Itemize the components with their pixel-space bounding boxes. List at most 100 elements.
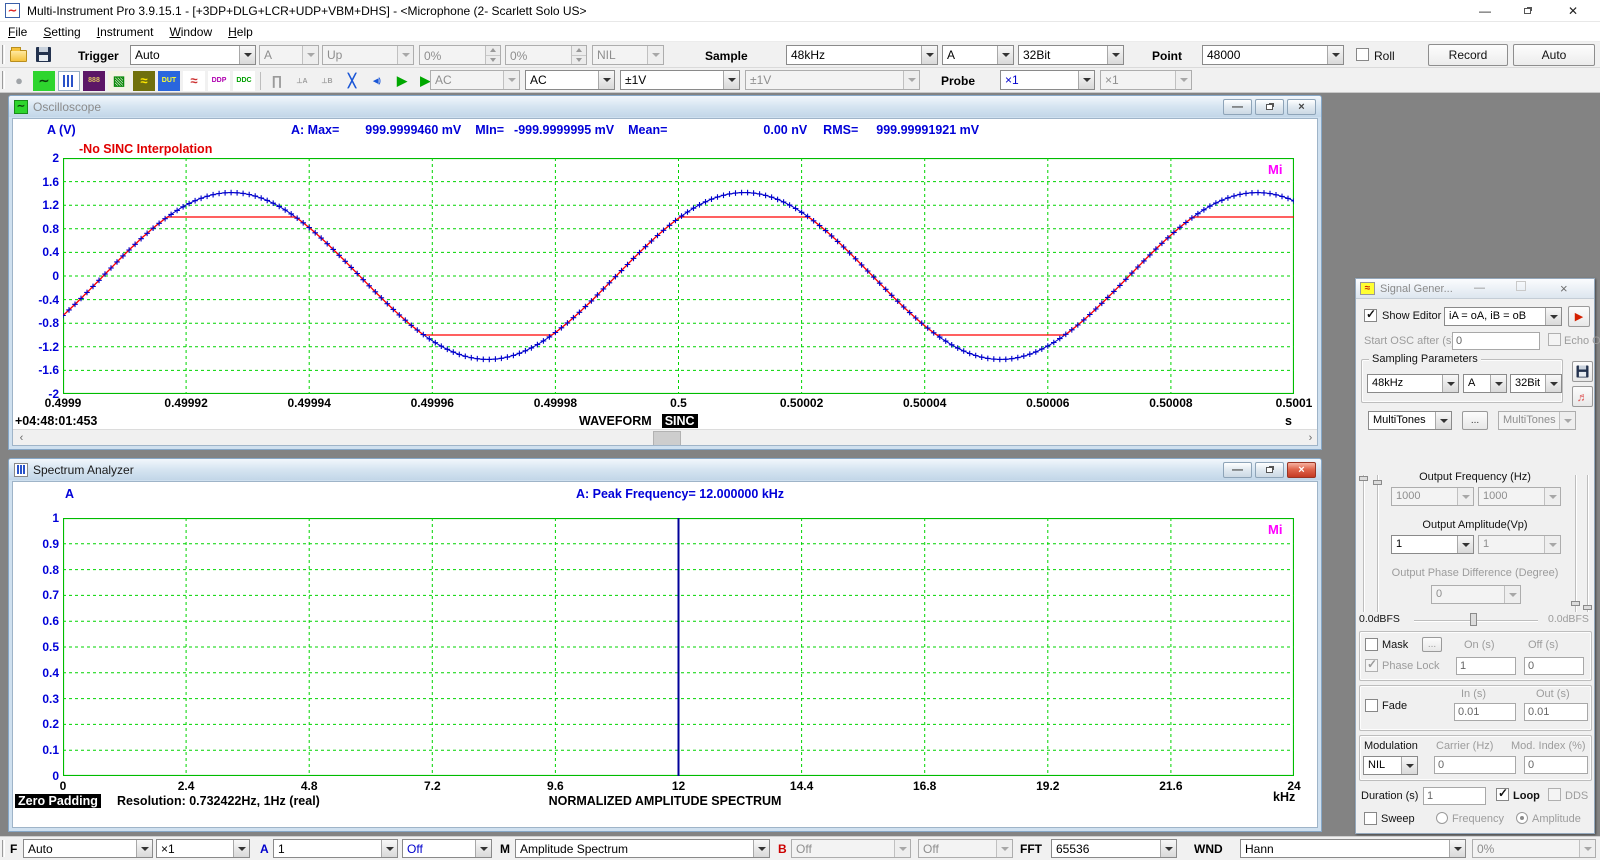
fader-a-inner[interactable] [1377,475,1379,612]
statusbar-overlap-combo[interactable]: 0% [1472,839,1596,858]
trigger-delay-spinner[interactable]: 0% [505,45,587,65]
probe-b-combo[interactable]: ×1 [1100,70,1192,90]
sg-music-note-button[interactable]: ♬ [1572,386,1593,407]
spec-close-icon[interactable]: × [1287,462,1316,478]
wave-b-combo[interactable]: MultiTones [1498,411,1576,430]
record-button[interactable]: Record [1428,44,1508,66]
statusbar-b-gain-combo[interactable]: Off [791,839,911,858]
sg-channel-combo[interactable]: A [1463,374,1507,393]
run-icon[interactable]: ▶ [391,71,413,91]
menu-file[interactable]: File [0,23,35,41]
osc-close-icon[interactable]: × [1287,99,1316,115]
fader-b-inner[interactable] [1575,475,1577,612]
device-under-test-icon[interactable]: DUT [158,71,180,91]
fader-b-outer[interactable] [1587,475,1589,612]
trigger-source-combo[interactable]: A [259,45,319,65]
mod-index-input[interactable]: 0 [1524,756,1588,774]
close-window-icon[interactable]: ✕ [1558,2,1588,20]
statusbar-fft-combo[interactable]: 65536 [1051,839,1177,858]
statusbar-a-ref-combo[interactable]: Off [402,839,492,858]
trigger-mode-combo[interactable]: Auto [130,45,256,65]
phase-lock-checkbox[interactable] [1365,659,1378,672]
ddc-icon[interactable]: DDC [233,71,255,91]
statusbar-grip[interactable] [2,840,5,857]
modulation-combo[interactable]: NIL [1363,756,1418,775]
mask-checkbox[interactable] [1365,638,1378,651]
save-file-icon[interactable] [36,47,51,62]
start-osc-input[interactable]: 0 [1452,332,1540,350]
range-b-combo[interactable]: ±1V [745,70,920,90]
amp-b-combo[interactable]: 1 [1478,535,1561,554]
derived-data-curves-icon[interactable]: ≈ [183,71,205,91]
trigger-level-spinner[interactable]: 0% [419,45,501,65]
spec-minimize-icon[interactable]: — [1223,462,1252,478]
restore-window-icon[interactable] [1512,2,1542,20]
mask-more-button[interactable]: ... [1422,637,1442,652]
coupling-a-combo[interactable]: AC [430,70,520,90]
freq-b-combo[interactable]: 1000 [1478,487,1561,506]
osc-restore-icon[interactable] [1255,99,1284,115]
freq-a-combo[interactable]: 1000 [1391,487,1474,506]
toolbar-grip[interactable] [2,45,5,64]
coupling-b-combo[interactable]: AC [525,70,615,90]
scroll-right-icon[interactable]: › [1302,430,1318,446]
sg-save-button[interactable] [1572,361,1593,382]
routing-combo[interactable]: iA = oA, iB = oB [1444,307,1562,326]
trigger-edge-combo[interactable]: Up [322,45,414,65]
sg-restore-icon[interactable] [1516,281,1526,291]
probe-a-combo[interactable]: ×1 [1000,70,1095,90]
sg-close-icon[interactable]: × [1560,281,1568,296]
fader-a-outer[interactable] [1363,475,1365,612]
minimize-window-icon[interactable]: — [1470,2,1500,20]
fader-a-inner-handle[interactable] [1373,480,1382,485]
wave-a-combo[interactable]: MultiTones [1368,411,1452,430]
fade-in-input[interactable]: 0.01 [1454,703,1516,721]
statusbar-b-ref-combo[interactable]: Off [918,839,1013,858]
statusbar-zoom-combo[interactable]: ×1 [156,839,250,858]
phase-combo[interactable]: 0 [1431,585,1521,604]
sweep-checkbox[interactable] [1364,812,1377,825]
spectrum-title-bar[interactable]: Spectrum Analyzer — × [9,459,1321,480]
loop-checkbox[interactable] [1496,788,1509,801]
scroll-left-icon[interactable]: ‹ [13,430,30,446]
wave-more-button[interactable]: ... [1462,411,1488,430]
statusbar-view-combo[interactable]: Auto [23,839,153,858]
spec-restore-icon[interactable] [1255,462,1284,478]
mask-off-input[interactable]: 0 [1524,657,1584,675]
sg-run-button[interactable]: ▶ [1568,306,1590,327]
oscilloscope-icon[interactable]: ∼ [33,71,55,91]
statusbar-a-gain-combo[interactable]: 1 [273,839,398,858]
bit-depth-combo[interactable]: 32Bit [1018,45,1124,65]
sg-rate-combo[interactable]: 48kHz [1367,374,1459,393]
sampling-rate-combo[interactable]: 48kHz [786,45,938,65]
duration-input[interactable]: 1 [1423,787,1486,805]
signal-generator-icon[interactable]: ≈ [133,71,155,91]
menu-instrument[interactable]: Instrument [89,23,162,41]
menu-setting[interactable]: Setting [35,23,88,41]
sweep-frequency-radio[interactable] [1436,812,1448,824]
toolbar-grip-2[interactable] [2,71,5,89]
auto-button[interactable]: Auto [1513,44,1595,66]
probe-calibration-icon[interactable]: ╳ [341,71,363,91]
sg-bits-combo[interactable]: 32Bit [1510,374,1562,393]
menu-help[interactable]: Help [220,23,261,41]
sampling-channel-combo[interactable]: A [942,45,1014,65]
open-file-icon[interactable] [10,47,27,62]
echo-only-checkbox[interactable] [1548,333,1561,346]
fader-a-outer-handle[interactable] [1359,476,1368,481]
range-a-combo[interactable]: ±1V [620,70,740,90]
spectrum-analyzer-icon[interactable] [58,71,80,91]
speaker-icon[interactable]: ◀) [366,71,388,91]
sweep-amplitude-radio[interactable] [1516,812,1528,824]
show-editor-checkbox[interactable] [1364,309,1377,322]
carrier-input[interactable]: 0 [1434,756,1516,774]
record-length-combo[interactable]: 48000 [1202,45,1344,65]
dds-checkbox[interactable] [1548,788,1561,801]
oscilloscope-title-bar[interactable]: ∼ Oscilloscope — × [9,96,1321,117]
menu-window[interactable]: Window [161,23,220,41]
amp-a-combo[interactable]: 1 [1391,535,1474,554]
sinc-badge[interactable]: SINC [662,414,698,428]
osc-hscrollbar[interactable]: ‹ › [13,429,1318,446]
mask-on-input[interactable]: 1 [1456,657,1516,675]
ddp-viewer-icon[interactable]: DDP [208,71,230,91]
